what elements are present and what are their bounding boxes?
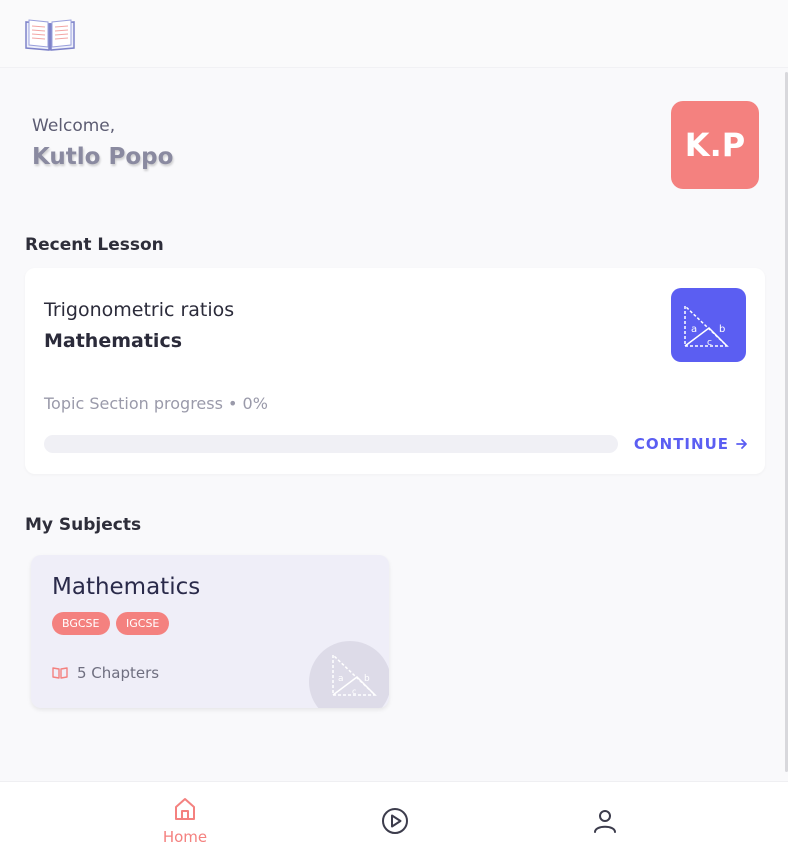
nav-play[interactable] (325, 782, 465, 859)
bottom-nav: Home (0, 781, 788, 859)
my-subjects-heading: My Subjects (25, 515, 142, 535)
tag-badge: IGCSE (116, 612, 170, 635)
nav-home-label: Home (162, 828, 208, 846)
avatar[interactable]: K.P (671, 101, 759, 189)
svg-text:b: b (719, 324, 725, 335)
chapters-label: 5 Chapters (77, 664, 160, 682)
continue-label: CONTINUE (633, 435, 729, 453)
top-bar (0, 0, 788, 68)
continue-button[interactable]: CONTINUE (633, 432, 749, 456)
play-circle-icon (382, 808, 408, 834)
user-icon (594, 810, 616, 833)
recent-lesson-heading: Recent Lesson (25, 235, 164, 255)
lesson-name: Trigonometric ratios (44, 299, 235, 321)
subject-name: Mathematics (52, 574, 201, 600)
svg-text:a: a (338, 674, 344, 684)
subject-card-mathematics[interactable]: Mathematics BGCSE IGCSE 5 Chapters a b c (31, 555, 389, 708)
progress-text: Topic Section progress • 0% (44, 394, 268, 413)
svg-text:c: c (352, 687, 356, 696)
book-icon (52, 667, 68, 679)
chapters-count: 5 Chapters (52, 664, 159, 682)
open-book-icon[interactable] (24, 16, 76, 52)
progress-bar (44, 435, 618, 453)
user-name: Kutlo Popo (32, 144, 174, 170)
home-icon (175, 798, 195, 820)
recent-lesson-card[interactable]: Trigonometric ratios Mathematics a b c T… (25, 268, 765, 474)
svg-text:c: c (707, 338, 712, 348)
lesson-subject: Mathematics (44, 330, 183, 352)
svg-text:b: b (364, 674, 370, 684)
nav-profile[interactable] (535, 782, 675, 859)
arrow-right-icon (736, 439, 747, 449)
tag-badge: BGCSE (52, 612, 110, 635)
triangle-abc-icon: a b c (309, 641, 389, 708)
welcome-text: Welcome, (32, 116, 116, 136)
svg-text:a: a (691, 324, 697, 335)
triangle-abc-icon: a b c (671, 288, 746, 362)
nav-home[interactable]: Home (115, 782, 255, 859)
